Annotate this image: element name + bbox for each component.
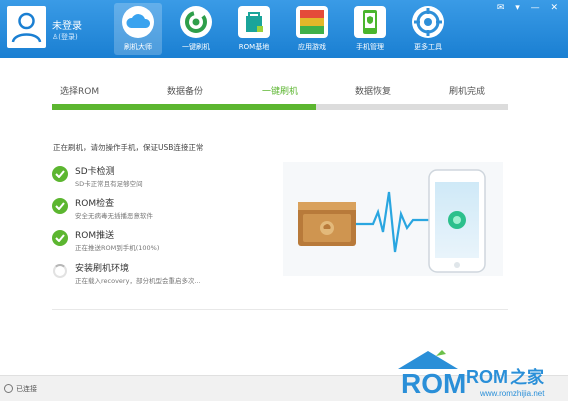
user-name: 未登录 [52, 21, 82, 32]
nav-apps-games[interactable]: 应用游戏 [288, 3, 336, 55]
step-select-rom: 选择ROM [60, 87, 100, 97]
divider [52, 309, 508, 310]
step-data-restore: 数据恢复 [355, 87, 392, 97]
task-rom-push: ROM推送 正在推送ROM到手机(100%) [52, 228, 272, 256]
task-title: SD卡检测 [75, 167, 115, 177]
task-desc: 正在推送ROM到手机(100%) [75, 244, 160, 252]
nav-flash-master[interactable]: 刷机大师 [114, 3, 162, 55]
task-desc: 正在载入recovery，部分机型会重启多次... [75, 277, 201, 285]
step-one-click-flash: 一键刷机 [262, 87, 299, 97]
loading-spinner-icon [53, 264, 67, 278]
step-data-backup: 数据备份 [167, 87, 204, 97]
task-rom-check: ROM检查 安全无病毒无插播恶意软件 [52, 196, 272, 224]
task-sd-check: SD卡检测 SD卡正常且有足够空间 [52, 164, 272, 192]
transfer-illustration-icon [298, 169, 486, 273]
nav-label: 手机管理 [356, 43, 384, 51]
nav-label: 一键刷机 [182, 43, 210, 51]
cloud-icon [122, 6, 154, 38]
nav-label: 应用游戏 [298, 43, 326, 51]
progress-track [52, 104, 508, 110]
top-header: 未登录 ♙(登录) 刷机大师 一键刷机 ROM基地 应用游戏 手机管理 更多工具… [0, 0, 568, 58]
task-desc: 安全无病毒无插播恶意软件 [75, 212, 153, 220]
connection-status: 已连接 [16, 385, 37, 393]
svg-text:ROM: ROM [401, 368, 466, 399]
step-flash-complete: 刷机完成 [449, 87, 486, 97]
task-install-env: 安装刷机环境 正在载入recovery，部分机型会重启多次... [52, 261, 272, 289]
check-icon [52, 166, 68, 182]
svg-text:之家: 之家 [510, 367, 544, 388]
check-icon [52, 198, 68, 214]
phone-shield-icon [354, 6, 386, 38]
task-desc: SD卡正常且有足够空间 [75, 180, 143, 188]
tools-icon [412, 6, 444, 38]
svg-text:ROM: ROM [466, 367, 508, 387]
refresh-icon [180, 6, 212, 38]
flash-illustration [283, 162, 503, 276]
connection-icon [4, 384, 13, 393]
nav-label: ROM基地 [238, 43, 270, 51]
watermark-logo: ROM ROM 之家 www.romzhijia.net [398, 349, 568, 401]
task-title: 安装刷机环境 [75, 264, 130, 274]
login-link[interactable]: ♙(登录) [52, 32, 78, 42]
check-icon [52, 230, 68, 246]
window-controls[interactable]: ✉ ▾ — ✕ [497, 3, 562, 13]
nav-one-click-flash[interactable]: 一键刷机 [172, 3, 220, 55]
status-text: 正在刷机，请勿操作手机，保证USB连接正常 [53, 143, 204, 152]
rom-bag-icon [238, 6, 270, 38]
task-title: ROM推送 [75, 231, 115, 241]
nav-label: 更多工具 [414, 43, 442, 51]
progress-fill [52, 104, 317, 110]
avatar[interactable] [7, 6, 46, 48]
nav-phone-manager[interactable]: 手机管理 [346, 3, 394, 55]
svg-text:www.romzhijia.net: www.romzhijia.net [479, 389, 545, 398]
task-title: ROM检查 [75, 199, 115, 209]
user-icon [11, 12, 42, 43]
nav-label: 刷机大师 [124, 43, 152, 51]
nav-rom-base[interactable]: ROM基地 [230, 3, 278, 55]
nav-more-tools[interactable]: 更多工具 [404, 3, 452, 55]
apps-icon [296, 6, 328, 38]
